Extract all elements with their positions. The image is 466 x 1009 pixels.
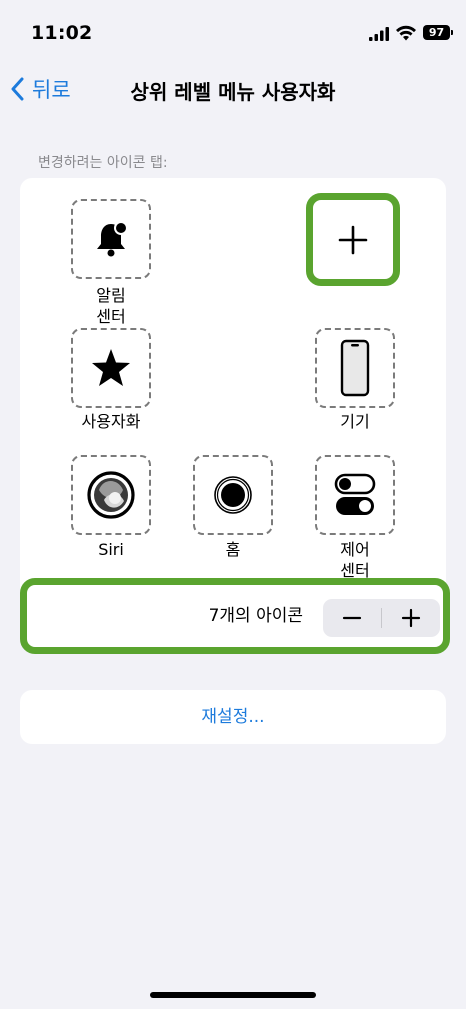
slot-siri-label: Siri xyxy=(98,540,124,559)
battery-indicator: 97 xyxy=(423,25,450,40)
wifi-icon xyxy=(396,25,416,41)
status-bar: 11:02 97 xyxy=(0,0,466,60)
status-time: 11:02 xyxy=(31,22,93,44)
bell-badge-icon xyxy=(97,221,128,257)
iphone-icon xyxy=(340,339,370,397)
minus-icon xyxy=(342,616,362,620)
star-icon xyxy=(92,349,130,386)
reset-button[interactable]: 재설정... xyxy=(20,690,446,744)
siri-icon xyxy=(87,471,135,519)
slot-customize[interactable] xyxy=(71,328,151,408)
add-icon-slot[interactable] xyxy=(306,193,400,286)
section-header: 변경하려는 아이콘 탭: xyxy=(38,155,168,171)
label-line-1: 알림 xyxy=(96,286,126,305)
icon-count-row: 7개의 아이콘 xyxy=(20,578,450,654)
plus-icon xyxy=(401,608,421,628)
plus-icon xyxy=(338,225,368,254)
slot-notification-center-label: 알림 센터 xyxy=(56,285,166,327)
slot-control-center-label: 제어 센터 xyxy=(300,539,410,581)
battery-tip xyxy=(451,30,453,35)
slot-siri[interactable] xyxy=(71,455,151,535)
icon-count-stepper xyxy=(323,599,440,637)
slot-customize-label: 사용자화 xyxy=(81,412,141,431)
slot-control-center[interactable] xyxy=(315,455,395,535)
label-line-2: 센터 xyxy=(96,307,126,326)
slot-notification-center[interactable] xyxy=(71,199,151,279)
slot-device-label: 기기 xyxy=(340,412,370,431)
home-button-icon xyxy=(214,476,252,514)
home-indicator xyxy=(150,992,316,998)
slot-home-label: 홈 xyxy=(225,540,241,559)
label-line-1: 제어 xyxy=(340,540,370,559)
decrement-button[interactable] xyxy=(323,599,381,637)
toggles-icon xyxy=(334,473,376,515)
slot-home[interactable] xyxy=(193,455,273,535)
page-title: 상위 레벨 메뉴 사용자화 xyxy=(130,80,336,104)
increment-button[interactable] xyxy=(382,599,440,637)
icon-count-label: 7개의 아이콘 xyxy=(208,606,303,626)
slot-device[interactable] xyxy=(315,328,395,408)
cellular-signal-icon xyxy=(369,27,389,41)
